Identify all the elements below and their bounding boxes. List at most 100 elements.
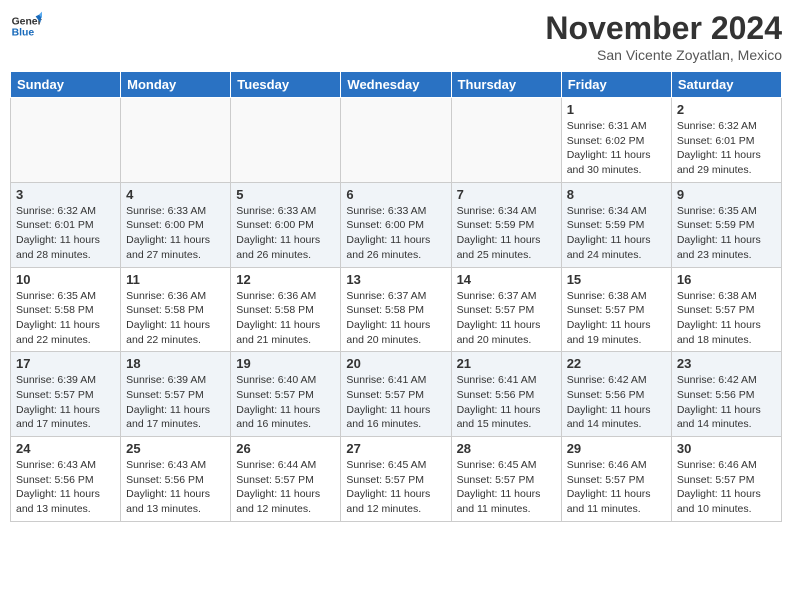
day-info: Sunrise: 6:33 AM Sunset: 6:00 PM Dayligh… — [346, 204, 445, 263]
day-cell — [121, 98, 231, 183]
calendar-body: 1 Sunrise: 6:31 AM Sunset: 6:02 PM Daylig… — [11, 98, 782, 522]
week-row-5: 24 Sunrise: 6:43 AM Sunset: 5:56 PM Dayli… — [11, 437, 782, 522]
day-number: 10 — [16, 272, 115, 287]
week-row-1: 1 Sunrise: 6:31 AM Sunset: 6:02 PM Daylig… — [11, 98, 782, 183]
day-number: 7 — [457, 187, 556, 202]
day-number: 3 — [16, 187, 115, 202]
day-info: Sunrise: 6:34 AM Sunset: 5:59 PM Dayligh… — [457, 204, 556, 263]
day-info: Sunrise: 6:42 AM Sunset: 5:56 PM Dayligh… — [677, 373, 776, 432]
day-info: Sunrise: 6:36 AM Sunset: 5:58 PM Dayligh… — [126, 289, 225, 348]
day-number: 8 — [567, 187, 666, 202]
day-number: 24 — [16, 441, 115, 456]
day-info: Sunrise: 6:35 AM Sunset: 5:59 PM Dayligh… — [677, 204, 776, 263]
day-cell: 10Sunrise: 6:35 AM Sunset: 5:58 PM Dayli… — [11, 267, 121, 352]
day-cell: 19Sunrise: 6:40 AM Sunset: 5:57 PM Dayli… — [231, 352, 341, 437]
day-cell: 16 Sunrise: 6:38 AM Sunset: 5:57 PM Dayli… — [671, 267, 781, 352]
day-number: 23 — [677, 356, 776, 371]
day-number: 4 — [126, 187, 225, 202]
day-cell: 28Sunrise: 6:45 AM Sunset: 5:57 PM Dayli… — [451, 437, 561, 522]
week-row-2: 3 Sunrise: 6:32 AM Sunset: 6:01 PM Daylig… — [11, 182, 782, 267]
week-row-3: 10Sunrise: 6:35 AM Sunset: 5:58 PM Dayli… — [11, 267, 782, 352]
day-number: 11 — [126, 272, 225, 287]
day-info: Sunrise: 6:43 AM Sunset: 5:56 PM Dayligh… — [126, 458, 225, 517]
day-cell: 3 Sunrise: 6:32 AM Sunset: 6:01 PM Daylig… — [11, 182, 121, 267]
day-number: 5 — [236, 187, 335, 202]
day-info: Sunrise: 6:38 AM Sunset: 5:57 PM Dayligh… — [677, 289, 776, 348]
day-cell: 15 Sunrise: 6:38 AM Sunset: 5:57 PM Dayli… — [561, 267, 671, 352]
day-cell: 5Sunrise: 6:33 AM Sunset: 6:00 PM Daylig… — [231, 182, 341, 267]
day-number: 18 — [126, 356, 225, 371]
day-cell: 20 Sunrise: 6:41 AM Sunset: 5:57 PM Dayli… — [341, 352, 451, 437]
day-cell — [231, 98, 341, 183]
day-number: 6 — [346, 187, 445, 202]
page-header: General Blue November 2024 San Vicente Z… — [10, 10, 782, 63]
day-cell: 6 Sunrise: 6:33 AM Sunset: 6:00 PM Daylig… — [341, 182, 451, 267]
day-info: Sunrise: 6:45 AM Sunset: 5:57 PM Dayligh… — [346, 458, 445, 517]
day-number: 12 — [236, 272, 335, 287]
day-info: Sunrise: 6:39 AM Sunset: 5:57 PM Dayligh… — [16, 373, 115, 432]
day-header-saturday: Saturday — [671, 72, 781, 98]
day-number: 28 — [457, 441, 556, 456]
day-cell — [451, 98, 561, 183]
day-number: 17 — [16, 356, 115, 371]
day-cell: 9 Sunrise: 6:35 AM Sunset: 5:59 PM Daylig… — [671, 182, 781, 267]
day-number: 30 — [677, 441, 776, 456]
day-info: Sunrise: 6:39 AM Sunset: 5:57 PM Dayligh… — [126, 373, 225, 432]
calendar-header: SundayMondayTuesdayWednesdayThursdayFrid… — [11, 72, 782, 98]
svg-text:Blue: Blue — [12, 28, 35, 39]
day-number: 9 — [677, 187, 776, 202]
day-cell: 4Sunrise: 6:33 AM Sunset: 6:00 PM Daylig… — [121, 182, 231, 267]
day-number: 16 — [677, 272, 776, 287]
logo-icon: General Blue — [10, 10, 42, 42]
day-number: 20 — [346, 356, 445, 371]
day-cell: 25 Sunrise: 6:43 AM Sunset: 5:56 PM Dayli… — [121, 437, 231, 522]
day-info: Sunrise: 6:36 AM Sunset: 5:58 PM Dayligh… — [236, 289, 335, 348]
day-header-monday: Monday — [121, 72, 231, 98]
day-number: 26 — [236, 441, 335, 456]
day-info: Sunrise: 6:46 AM Sunset: 5:57 PM Dayligh… — [567, 458, 666, 517]
day-info: Sunrise: 6:31 AM Sunset: 6:02 PM Dayligh… — [567, 119, 666, 178]
location: San Vicente Zoyatlan, Mexico — [545, 47, 782, 63]
day-number: 27 — [346, 441, 445, 456]
day-info: Sunrise: 6:41 AM Sunset: 5:56 PM Dayligh… — [457, 373, 556, 432]
day-number: 15 — [567, 272, 666, 287]
day-number: 14 — [457, 272, 556, 287]
day-header-sunday: Sunday — [11, 72, 121, 98]
month-title: November 2024 — [545, 10, 782, 47]
day-info: Sunrise: 6:32 AM Sunset: 6:01 PM Dayligh… — [16, 204, 115, 263]
week-row-4: 17 Sunrise: 6:39 AM Sunset: 5:57 PM Dayli… — [11, 352, 782, 437]
title-section: November 2024 San Vicente Zoyatlan, Mexi… — [545, 10, 782, 63]
day-cell: 24 Sunrise: 6:43 AM Sunset: 5:56 PM Dayli… — [11, 437, 121, 522]
day-number: 19 — [236, 356, 335, 371]
day-number: 22 — [567, 356, 666, 371]
day-info: Sunrise: 6:41 AM Sunset: 5:57 PM Dayligh… — [346, 373, 445, 432]
day-cell: 29 Sunrise: 6:46 AM Sunset: 5:57 PM Dayli… — [561, 437, 671, 522]
day-cell: 26 Sunrise: 6:44 AM Sunset: 5:57 PM Dayli… — [231, 437, 341, 522]
day-cell: 12 Sunrise: 6:36 AM Sunset: 5:58 PM Dayli… — [231, 267, 341, 352]
day-info: Sunrise: 6:32 AM Sunset: 6:01 PM Dayligh… — [677, 119, 776, 178]
day-cell: 18 Sunrise: 6:39 AM Sunset: 5:57 PM Dayli… — [121, 352, 231, 437]
day-cell: 30 Sunrise: 6:46 AM Sunset: 5:57 PM Dayli… — [671, 437, 781, 522]
day-number: 29 — [567, 441, 666, 456]
day-number: 13 — [346, 272, 445, 287]
day-info: Sunrise: 6:44 AM Sunset: 5:57 PM Dayligh… — [236, 458, 335, 517]
day-cell: 22 Sunrise: 6:42 AM Sunset: 5:56 PM Dayli… — [561, 352, 671, 437]
day-info: Sunrise: 6:38 AM Sunset: 5:57 PM Dayligh… — [567, 289, 666, 348]
day-info: Sunrise: 6:46 AM Sunset: 5:57 PM Dayligh… — [677, 458, 776, 517]
day-info: Sunrise: 6:43 AM Sunset: 5:56 PM Dayligh… — [16, 458, 115, 517]
logo: General Blue — [10, 10, 42, 42]
day-header-tuesday: Tuesday — [231, 72, 341, 98]
day-header-friday: Friday — [561, 72, 671, 98]
day-number: 25 — [126, 441, 225, 456]
day-cell: 1 Sunrise: 6:31 AM Sunset: 6:02 PM Daylig… — [561, 98, 671, 183]
day-cell: 2 Sunrise: 6:32 AM Sunset: 6:01 PM Daylig… — [671, 98, 781, 183]
day-cell — [11, 98, 121, 183]
day-info: Sunrise: 6:34 AM Sunset: 5:59 PM Dayligh… — [567, 204, 666, 263]
day-number: 21 — [457, 356, 556, 371]
day-cell: 23 Sunrise: 6:42 AM Sunset: 5:56 PM Dayli… — [671, 352, 781, 437]
day-number: 1 — [567, 102, 666, 117]
day-cell: 17 Sunrise: 6:39 AM Sunset: 5:57 PM Dayli… — [11, 352, 121, 437]
days-of-week-row: SundayMondayTuesdayWednesdayThursdayFrid… — [11, 72, 782, 98]
day-number: 2 — [677, 102, 776, 117]
day-info: Sunrise: 6:42 AM Sunset: 5:56 PM Dayligh… — [567, 373, 666, 432]
